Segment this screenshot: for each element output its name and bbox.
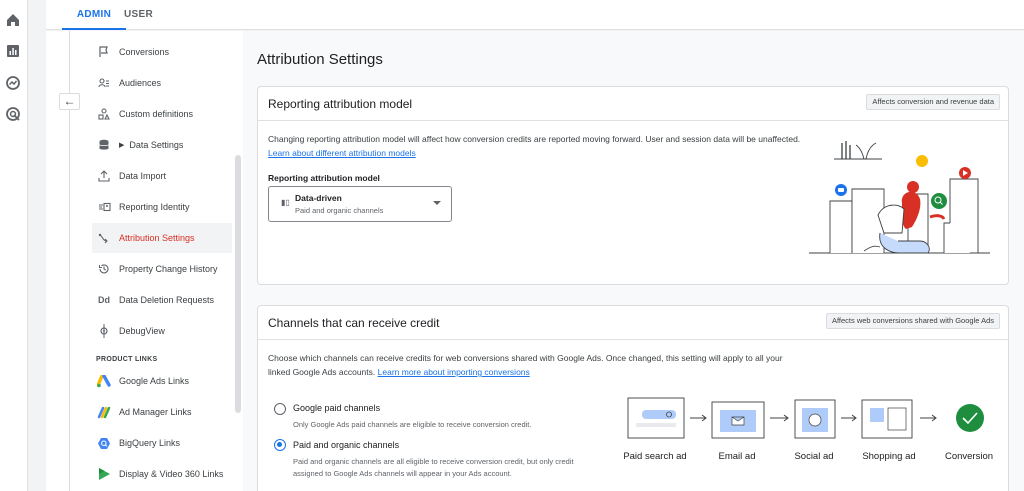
- ad-manager-icon: [96, 404, 112, 420]
- page-title: Attribution Settings: [257, 51, 383, 68]
- expand-caret-icon: ▶: [119, 142, 125, 149]
- option-description: Paid and organic channels are all eligib…: [293, 457, 574, 478]
- card-description: Choose which channels can receive credit…: [268, 351, 798, 379]
- nav-item-data-settings[interactable]: ▶ Data Settings: [92, 130, 232, 160]
- card-description: Changing reporting attribution model wil…: [268, 132, 808, 160]
- left-rail: [0, 0, 28, 491]
- nav-item-label: Google Ads Links: [119, 376, 190, 386]
- description-text: Changing reporting attribution model wil…: [268, 134, 801, 144]
- home-icon[interactable]: [5, 12, 21, 28]
- database-icon: [96, 137, 112, 153]
- product-links-heading: PRODUCT LINKS: [96, 356, 158, 363]
- option-description: Only Google Ads paid channels are eligib…: [293, 420, 532, 429]
- nav-item-label: Data Import: [119, 171, 167, 181]
- card-title: Channels that can receive credit: [268, 316, 440, 330]
- google-ads-icon: [96, 373, 112, 389]
- nav-item-bigquery-links[interactable]: BigQuery Links: [92, 428, 232, 458]
- attribution-icon: [96, 230, 112, 246]
- reporting-identity-icon: [96, 199, 112, 215]
- nav-item-label: Data Deletion Requests: [119, 295, 215, 305]
- reports-icon[interactable]: [5, 43, 21, 59]
- radio-google-paid-channels[interactable]: [274, 403, 286, 415]
- main-content: Attribution Settings Reporting attributi…: [243, 31, 1024, 491]
- tab-user[interactable]: USER: [124, 0, 153, 30]
- nav-item-dv360-links[interactable]: Display & Video 360 Links: [92, 459, 232, 489]
- card-header: Channels that can receive credit Affects…: [258, 306, 1008, 340]
- nav-item-debugview[interactable]: DebugView: [92, 316, 232, 346]
- channel-flow-diagram: [627, 397, 984, 439]
- learn-importing-conversions-link[interactable]: Learn more about importing conversions: [378, 367, 530, 377]
- flow-label-email: Email ad: [718, 451, 756, 462]
- bigquery-icon: [96, 435, 112, 451]
- upload-icon: [96, 168, 112, 184]
- top-tab-bar: ADMIN USER: [46, 0, 1024, 30]
- impact-chip: Affects web conversions shared with Goog…: [825, 313, 1000, 329]
- attribution-model-select[interactable]: ▮▯ Data-driven Paid and organic channels: [268, 186, 452, 222]
- nav-item-label: Data Settings: [129, 140, 184, 150]
- flow-label-conversion: Conversion: [944, 451, 994, 462]
- nav-item-label: Reporting Identity: [119, 202, 190, 212]
- flag-icon: [96, 44, 112, 60]
- radio-paid-and-organic-channels[interactable]: [274, 439, 286, 451]
- advertising-icon[interactable]: [5, 106, 21, 122]
- attribution-illustration: [809, 141, 990, 254]
- nav-item-label: DebugView: [119, 326, 165, 336]
- custom-definitions-icon: [96, 106, 112, 122]
- nav-scrollbar[interactable]: [235, 155, 241, 413]
- nav-item-property-change-history[interactable]: Property Change History: [92, 254, 232, 284]
- nav-item-data-import[interactable]: Data Import: [92, 161, 232, 191]
- option-label: Google paid channels: [293, 403, 381, 413]
- nav-item-conversions[interactable]: Conversions: [92, 37, 232, 67]
- admin-side-nav: ← Conversions Audiences Custom definitio…: [46, 31, 243, 491]
- back-button[interactable]: ←: [59, 93, 80, 110]
- flow-label-paid-search: Paid search ad: [623, 451, 687, 462]
- chevron-down-icon: [433, 201, 441, 205]
- nav-item-label: Ad Manager Links: [119, 407, 192, 417]
- nav-item-audiences[interactable]: Audiences: [92, 68, 232, 98]
- debug-icon: [96, 323, 112, 339]
- explore-icon[interactable]: [5, 75, 21, 91]
- select-subtext: Paid and organic channels: [295, 206, 384, 215]
- option-label: Paid and organic channels: [293, 440, 400, 450]
- nav-item-label: Attribution Settings: [119, 233, 195, 243]
- channels-credit-card: Channels that can receive credit Affects…: [257, 305, 1009, 491]
- impact-chip: Affects conversion and revenue data: [866, 94, 1000, 110]
- audiences-icon: [96, 75, 112, 91]
- flow-label-social: Social ad: [794, 451, 834, 462]
- select-value: Data-driven: [295, 193, 342, 203]
- nav-item-label: Custom definitions: [119, 109, 194, 119]
- dv360-icon: [96, 466, 112, 482]
- nav-item-label: Audiences: [119, 78, 162, 88]
- history-icon: [96, 261, 112, 277]
- flow-label-shopping: Shopping ad: [862, 451, 916, 462]
- field-label: Reporting attribution model: [268, 173, 380, 183]
- arrow-left-icon: ←: [63, 94, 76, 108]
- nav-item-google-ads-links[interactable]: Google Ads Links: [92, 366, 232, 396]
- nav-item-custom-definitions[interactable]: Custom definitions: [92, 99, 232, 129]
- nav-item-label: Conversions: [119, 47, 170, 57]
- learn-attribution-models-link[interactable]: Learn about different attribution models: [268, 148, 416, 158]
- card-title: Reporting attribution model: [268, 97, 413, 111]
- dd-icon: Dd: [98, 295, 110, 305]
- tab-admin[interactable]: ADMIN: [62, 0, 126, 30]
- nav-item-attribution-settings[interactable]: Attribution Settings: [92, 223, 232, 253]
- nav-item-reporting-identity[interactable]: Reporting Identity: [92, 192, 232, 222]
- bar-chart-icon: ▮▯: [281, 198, 290, 207]
- nav-item-data-deletion-requests[interactable]: Dd Data Deletion Requests: [92, 285, 232, 315]
- nav-item-label: BigQuery Links: [119, 438, 181, 448]
- card-header: Reporting attribution model Affects conv…: [258, 87, 1008, 121]
- nav-item-label: Property Change History: [119, 264, 218, 274]
- nav-item-ad-manager-links[interactable]: Ad Manager Links: [92, 397, 232, 427]
- nav-item-label: Display & Video 360 Links: [119, 469, 224, 479]
- reporting-attribution-card: Reporting attribution model Affects conv…: [257, 86, 1009, 285]
